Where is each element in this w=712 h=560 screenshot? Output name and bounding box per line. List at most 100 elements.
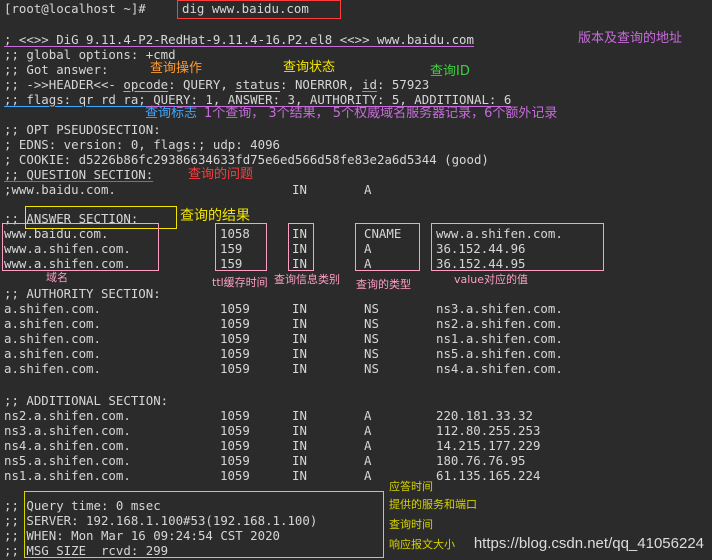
header-prefix: ;; ->>HEADER<<- xyxy=(4,77,124,92)
flags-text: ;; flags: qr rd ra; xyxy=(4,92,146,107)
annotation-counts: 1个查询， 3个结果， 5个权威域名服务器记录，6个额外记录 xyxy=(204,106,558,121)
additional-title: ;; ADDITIONAL SECTION: xyxy=(4,393,169,408)
authority-value-3: ns5.a.shifen.com. xyxy=(436,346,563,361)
authority-type-2: NS xyxy=(364,331,379,346)
additional-ttl-4: 1059 xyxy=(220,468,250,483)
additional-ttl-3: 1059 xyxy=(220,453,250,468)
authority-cls-0: IN xyxy=(292,301,307,316)
annotation-id: 查询ID xyxy=(430,64,470,79)
id-label: id xyxy=(362,77,378,92)
status-value: : NOERROR, xyxy=(280,77,363,92)
opt-cookie: ; COOKIE: d5226b86fc29386634633fd75e6ed5… xyxy=(4,152,489,167)
authority-ttl-2: 1059 xyxy=(220,331,250,346)
authority-name-0: a.shifen.com. xyxy=(4,301,101,316)
authority-type-0: NS xyxy=(364,301,379,316)
opt-edns: ; EDNS: version: 0, flags:; udp: 4096 xyxy=(4,137,281,152)
additional-value-0: 220.181.33.32 xyxy=(436,408,533,423)
authority-type-1: NS xyxy=(364,316,379,331)
authority-cls-3: IN xyxy=(292,346,307,361)
dig-banner: ; <<>> DiG 9.11.4-P2-RedHat-9.11.4-16.P2… xyxy=(4,32,474,47)
additional-type-3: A xyxy=(364,453,372,468)
authority-name-3: a.shifen.com. xyxy=(4,346,101,361)
annotation-opcode: 查询操作 xyxy=(150,61,203,76)
flags-line: ;; flags: qr rd ra; QUERY: 1, ANSWER: 3,… xyxy=(4,92,511,107)
header-line: ;; ->>HEADER<<- opcode: QUERY, status: N… xyxy=(4,77,429,92)
annotation-col-value: value对应的值 xyxy=(454,273,529,286)
additional-ttl-1: 1059 xyxy=(220,423,250,438)
question-name: ;www.baidu.com. xyxy=(4,182,116,197)
authority-name-2: a.shifen.com. xyxy=(4,331,101,346)
terminal-window[interactable]: [root@localhost ~]# dig www.baidu.com ; … xyxy=(0,0,712,560)
annotation-version: 版本及查询的地址 xyxy=(578,31,683,46)
question-type: A xyxy=(364,182,372,197)
additional-name-4: ns1.a.shifen.com. xyxy=(4,468,131,483)
annotation-msg-size: 响应报文大小 xyxy=(389,538,455,551)
additional-value-1: 112.80.255.253 xyxy=(436,423,541,438)
status-label: status xyxy=(235,77,281,92)
annotation-answer-time: 应答时间 xyxy=(389,480,433,493)
additional-ttl-0: 1059 xyxy=(220,408,250,423)
annotation-col-ttl: ttl缓存时间 xyxy=(212,276,268,289)
additional-type-0: A xyxy=(364,408,372,423)
authority-cls-1: IN xyxy=(292,316,307,331)
got-answer: ;; Got answer: xyxy=(4,62,109,77)
command-highlight-box xyxy=(177,0,341,19)
shell-prompt: [root@localhost ~]# xyxy=(4,1,146,16)
additional-name-0: ns2.a.shifen.com. xyxy=(4,408,131,423)
additional-value-2: 14.215.177.229 xyxy=(436,438,541,453)
footer-highlight-box xyxy=(24,491,384,558)
annotation-col-type: 查询的类型 xyxy=(356,278,411,291)
id-value: : 57923 xyxy=(377,77,430,92)
value-column-box xyxy=(431,223,604,271)
additional-cls-1: IN xyxy=(292,423,307,438)
opcode-label: opcode xyxy=(123,77,169,92)
additional-type-1: A xyxy=(364,423,372,438)
authority-title: ;; AUTHORITY SECTION: xyxy=(4,286,161,301)
annotation-answer: 查询的结果 xyxy=(180,208,250,224)
authority-cls-2: IN xyxy=(292,331,307,346)
global-options: ;; global options: +cmd xyxy=(4,47,176,62)
name-column-box xyxy=(2,223,159,271)
class-column-box xyxy=(288,223,314,271)
annotation-server: 提供的服务和端口 xyxy=(389,498,477,511)
annotation-flags: 查询标志 xyxy=(145,106,198,121)
authority-ttl-4: 1059 xyxy=(220,361,250,376)
prompt-text: [root@localhost ~]# xyxy=(4,1,146,16)
authority-ttl-3: 1059 xyxy=(220,346,250,361)
additional-name-2: ns4.a.shifen.com. xyxy=(4,438,131,453)
authority-ttl-1: 1059 xyxy=(220,316,250,331)
counts-text: QUERY: 1, ANSWER: 3, AUTHORITY: 5, ADDIT… xyxy=(145,92,512,107)
additional-type-4: A xyxy=(364,468,372,483)
watermark: https://blog.csdn.net/qq_41056224 xyxy=(473,535,704,552)
additional-cls-3: IN xyxy=(292,453,307,468)
question-class: IN xyxy=(292,182,307,197)
annotation-col-name: 域名 xyxy=(46,271,68,284)
authority-value-1: ns2.a.shifen.com. xyxy=(436,316,563,331)
opt-title: ;; OPT PSEUDOSECTION: xyxy=(4,122,161,137)
annotation-query-when: 查询时间 xyxy=(389,518,433,531)
authority-value-2: ns1.a.shifen.com. xyxy=(436,331,563,346)
additional-name-1: ns3.a.shifen.com. xyxy=(4,423,131,438)
additional-value-4: 61.135.165.224 xyxy=(436,468,541,483)
authority-name-4: a.shifen.com. xyxy=(4,361,101,376)
annotation-question: 查询的问题 xyxy=(188,167,254,182)
additional-type-2: A xyxy=(364,438,372,453)
authority-value-4: ns4.a.shifen.com. xyxy=(436,361,563,376)
additional-name-3: ns5.a.shifen.com. xyxy=(4,453,131,468)
opcode-value: : QUERY, xyxy=(168,77,236,92)
additional-value-3: 180.76.76.95 xyxy=(436,453,526,468)
additional-cls-2: IN xyxy=(292,438,307,453)
question-title: ;; QUESTION SECTION: xyxy=(4,167,154,182)
ttl-column-box xyxy=(215,223,267,271)
additional-ttl-2: 1059 xyxy=(220,438,250,453)
type-column-box xyxy=(355,223,420,271)
additional-cls-0: IN xyxy=(292,408,307,423)
authority-ttl-0: 1059 xyxy=(220,301,250,316)
authority-value-0: ns3.a.shifen.com. xyxy=(436,301,563,316)
authority-type-4: NS xyxy=(364,361,379,376)
annotation-status: 查询状态 xyxy=(283,60,336,75)
authority-name-1: a.shifen.com. xyxy=(4,316,101,331)
authority-cls-4: IN xyxy=(292,361,307,376)
annotation-col-class: 查询信息类别 xyxy=(274,273,340,286)
additional-cls-4: IN xyxy=(292,468,307,483)
